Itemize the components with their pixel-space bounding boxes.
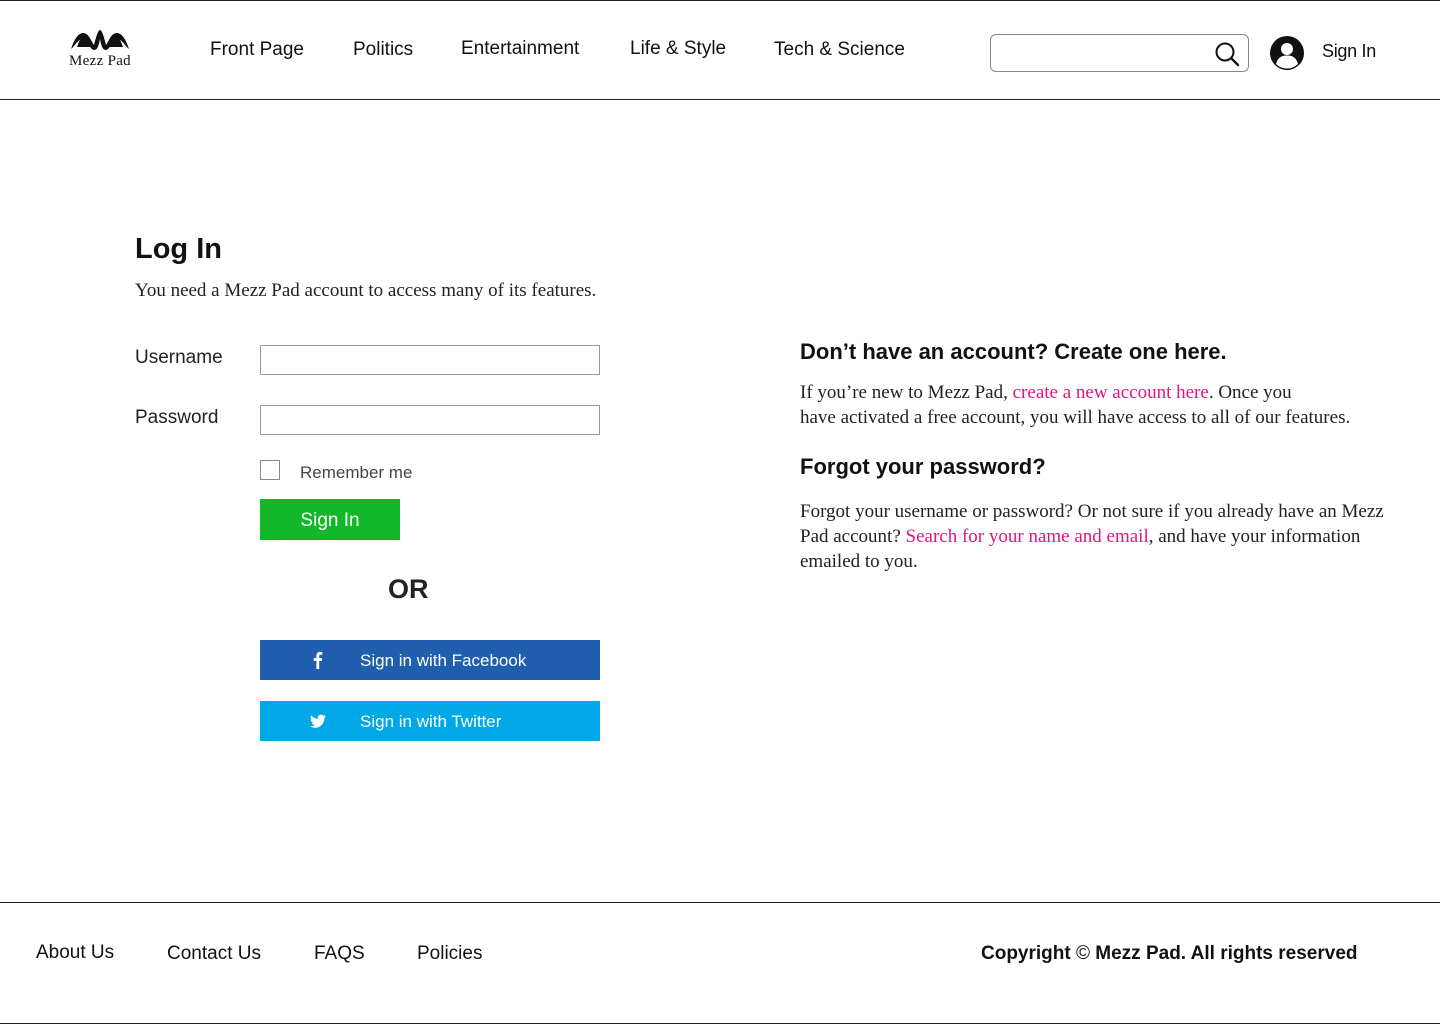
- copyright-symbol: ©: [1076, 943, 1090, 964]
- mezz-pad-logo[interactable]: Mezz Pad: [60, 27, 140, 73]
- create-account-text-before: If you’re new to Mezz Pad,: [800, 382, 1013, 403]
- login-subtitle: You need a Mezz Pad account to access ma…: [135, 280, 597, 301]
- site-footer: About Us Contact Us FAQS Policies Copyri…: [0, 902, 1440, 1024]
- nav-tech-science[interactable]: Tech & Science: [774, 39, 905, 61]
- remember-me-label: Remember me: [300, 463, 413, 482]
- or-divider: OR: [388, 574, 429, 604]
- twitter-signin-button[interactable]: Sign in with Twitter: [260, 701, 600, 741]
- username-label: Username: [135, 347, 223, 368]
- create-account-link[interactable]: create a new account here: [1013, 382, 1209, 403]
- create-account-text: If you’re new to Mezz Pad, create a new …: [800, 380, 1400, 430]
- mustache-logo-icon: [71, 30, 129, 50]
- login-title: Log In: [135, 233, 222, 265]
- header-signin-link[interactable]: Sign In: [1322, 41, 1376, 62]
- copyright-text: Copyright © Mezz Pad. All rights reserve…: [981, 943, 1358, 965]
- nav-life-style[interactable]: Life & Style: [630, 38, 726, 60]
- twitter-button-label: Sign in with Twitter: [360, 712, 502, 731]
- password-field[interactable]: [260, 405, 600, 435]
- nav-politics[interactable]: Politics: [353, 39, 413, 61]
- nav-front-page[interactable]: Front Page: [210, 39, 304, 61]
- signin-button[interactable]: Sign In: [260, 499, 400, 540]
- nav-entertainment[interactable]: Entertainment: [461, 38, 579, 60]
- remember-me-checkbox[interactable]: [260, 460, 280, 480]
- facebook-signin-button[interactable]: Sign in with Facebook: [260, 640, 600, 680]
- forgot-password-text: Forgot your username or password? Or not…: [800, 499, 1390, 574]
- search-name-email-link[interactable]: Search for your name and email: [906, 526, 1149, 547]
- copyright-prefix: Copyright: [981, 943, 1071, 964]
- footer-faqs[interactable]: FAQS: [314, 943, 365, 965]
- copyright-suffix: Mezz Pad. All rights reserved: [1095, 943, 1358, 964]
- facebook-icon: [313, 651, 323, 669]
- password-label: Password: [135, 407, 219, 428]
- create-account-heading: Don’t have an account? Create one here.: [800, 339, 1227, 364]
- logo-text: Mezz Pad: [69, 53, 131, 69]
- user-avatar-icon[interactable]: [1270, 36, 1304, 70]
- search-icon[interactable]: [1214, 41, 1240, 67]
- site-header: Mezz Pad Front Page Politics Entertainme…: [0, 0, 1440, 100]
- twitter-bird-icon: [310, 714, 326, 728]
- create-account-text-after-line1: . Once you: [1208, 382, 1292, 403]
- footer-policies[interactable]: Policies: [417, 943, 482, 965]
- search-input[interactable]: [999, 41, 1209, 65]
- facebook-button-label: Sign in with Facebook: [360, 651, 527, 670]
- footer-about-us[interactable]: About Us: [36, 942, 114, 964]
- create-account-text-after-line2: have activated a free account, you will …: [800, 407, 1351, 428]
- search-box: [990, 34, 1249, 72]
- footer-contact-us[interactable]: Contact Us: [167, 943, 261, 965]
- username-field[interactable]: [260, 345, 600, 375]
- forgot-password-heading: Forgot your password?: [800, 454, 1046, 479]
